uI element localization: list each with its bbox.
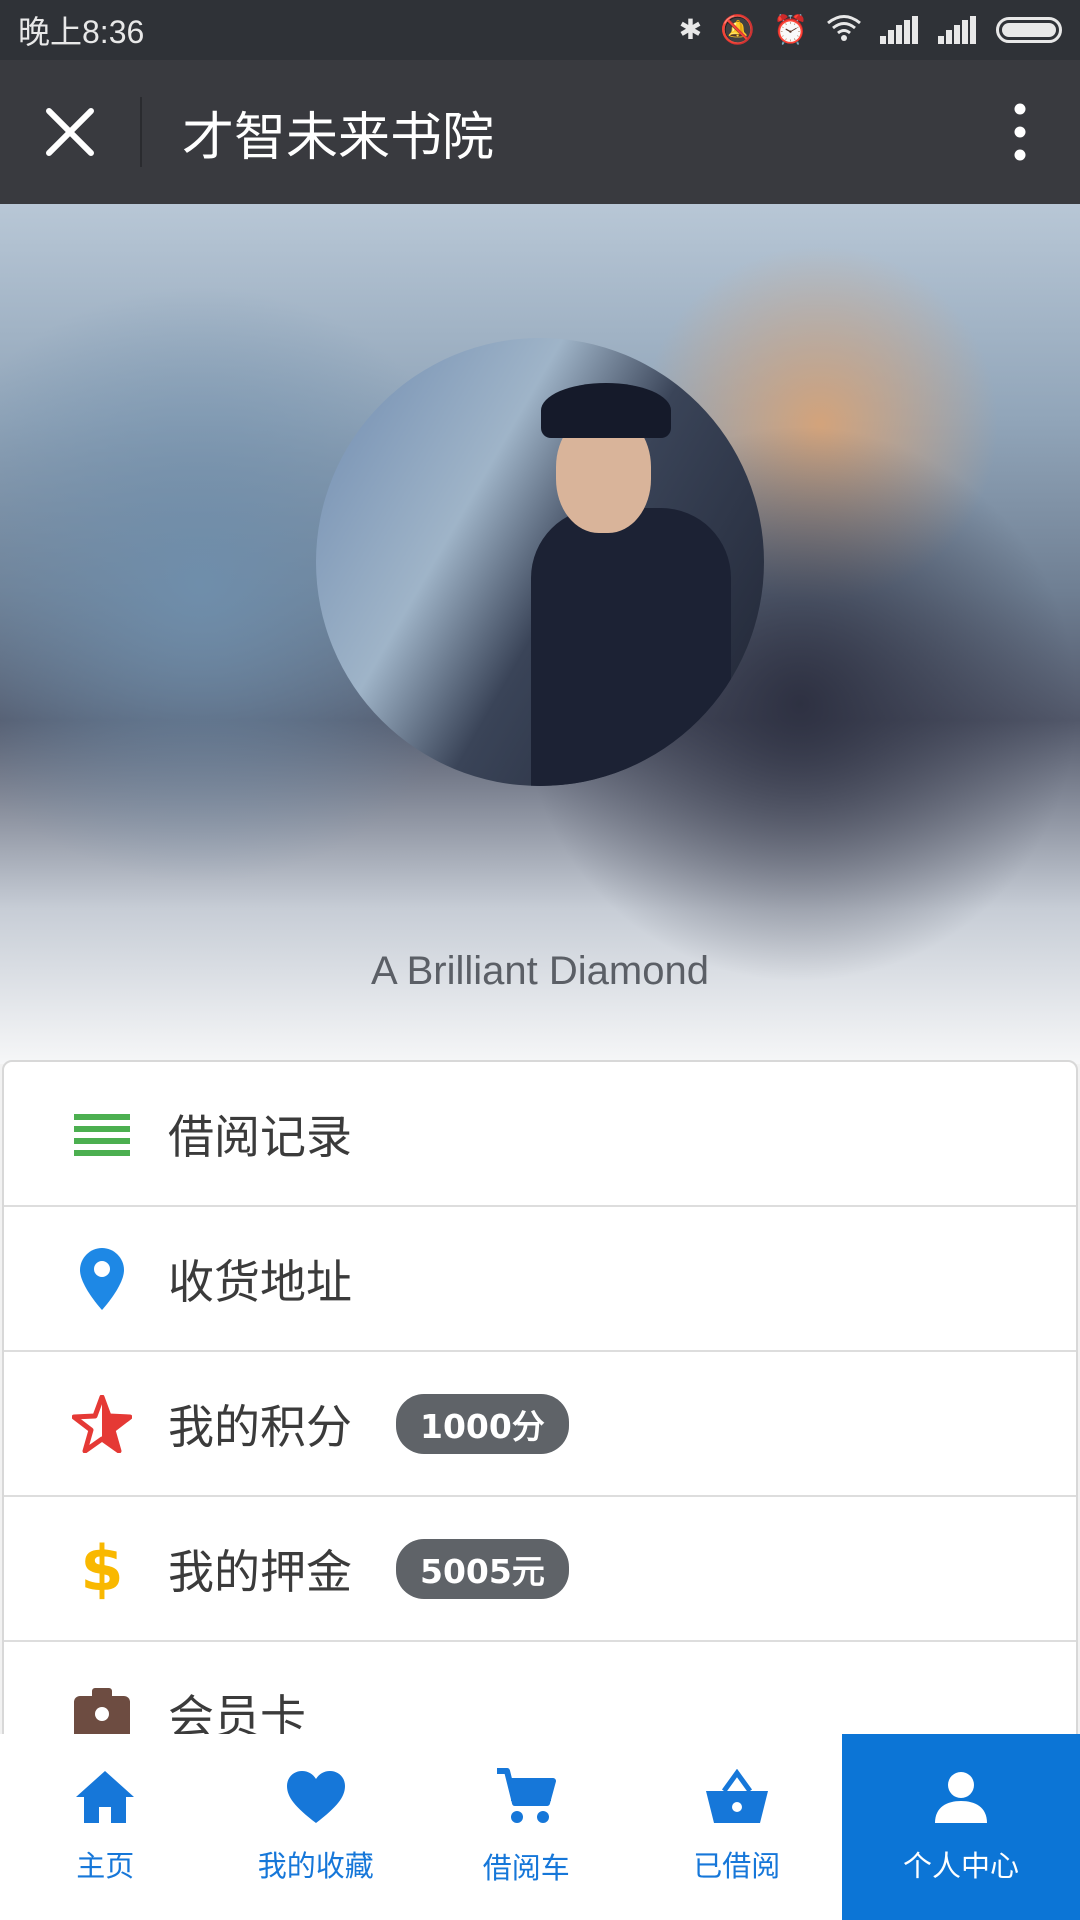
bottom-nav: 主页 我的收藏 借阅车 已借阅 个人中心	[0, 1734, 1080, 1920]
nav-cart[interactable]: 借阅车	[421, 1734, 632, 1920]
menu-list: 借阅记录 收货地址 我的积分 1000分 $ 我的押金 5005元 会员卡	[2, 1060, 1078, 1789]
menu-label: 我的积分	[168, 1399, 352, 1454]
nav-label: 主页	[76, 1849, 135, 1883]
nav-favorites[interactable]: 我的收藏	[211, 1734, 422, 1920]
menu-label: 收货地址	[168, 1254, 352, 1309]
basket-icon	[705, 1769, 768, 1823]
dollar-icon: $	[80, 1532, 124, 1605]
nav-label: 我的收藏	[257, 1849, 374, 1883]
status-bar: 晚上8:36 ✱ 🔕 ⏰	[0, 0, 1080, 60]
avatar[interactable]	[316, 338, 764, 786]
menu-item-borrow-records[interactable]: 借阅记录	[4, 1062, 1076, 1207]
app-bar-divider	[140, 97, 142, 167]
profile-header: A Brilliant Diamond	[0, 204, 1080, 1064]
person-icon	[935, 1772, 987, 1823]
menu-item-address[interactable]: 收货地址	[4, 1207, 1076, 1352]
nav-home[interactable]: 主页	[0, 1734, 211, 1920]
star-icon	[70, 1389, 134, 1459]
heart-icon	[286, 1771, 345, 1823]
list-icon	[70, 1099, 134, 1169]
nav-label: 已借阅	[693, 1849, 781, 1883]
wifi-icon	[826, 14, 862, 47]
bluetooth-icon: ✱	[678, 13, 703, 46]
nav-label: 借阅车	[482, 1851, 570, 1885]
points-badge: 1000分	[396, 1393, 569, 1454]
nav-profile[interactable]: 个人中心	[842, 1734, 1080, 1920]
nav-borrowed[interactable]: 已借阅	[632, 1734, 843, 1920]
mute-icon: 🔕	[720, 13, 756, 46]
more-vert-icon	[1014, 103, 1026, 161]
signal-icon	[880, 16, 920, 44]
profile-name: A Brilliant Diamond	[371, 949, 709, 993]
alarm-icon: ⏰	[773, 13, 808, 46]
more-button[interactable]	[960, 60, 1080, 204]
close-button[interactable]	[0, 60, 140, 204]
app-title: 才智未来书院	[182, 107, 495, 168]
app-bar: 才智未来书院	[0, 60, 1080, 204]
cart-icon	[497, 1768, 557, 1823]
menu-label: 我的押金	[168, 1544, 352, 1599]
nav-label: 个人中心	[902, 1849, 1019, 1883]
location-pin-icon	[70, 1244, 134, 1314]
close-icon	[46, 108, 94, 156]
status-time: 晚上8:36	[18, 14, 145, 50]
signal-icon	[938, 16, 978, 44]
deposit-badge: 5005元	[396, 1538, 569, 1599]
menu-label: 借阅记录	[168, 1109, 352, 1164]
menu-item-deposit[interactable]: $ 我的押金 5005元	[4, 1497, 1076, 1642]
menu-item-points[interactable]: 我的积分 1000分	[4, 1352, 1076, 1497]
home-icon	[76, 1771, 135, 1823]
battery-icon	[996, 17, 1062, 43]
status-icons: ✱ 🔕 ⏰	[679, 14, 1062, 47]
